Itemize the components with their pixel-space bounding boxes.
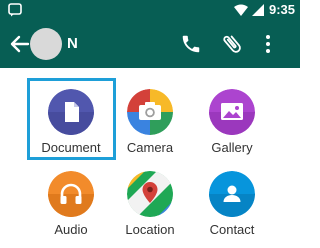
attach-document-label: Document — [41, 140, 101, 155]
back-arrow-icon[interactable] — [8, 33, 30, 55]
chat-header: N — [0, 20, 300, 68]
attach-camera-button[interactable]: Camera — [108, 78, 192, 160]
avatar[interactable] — [30, 28, 62, 60]
wifi-icon — [234, 4, 248, 16]
contact-name[interactable]: N — [67, 35, 78, 53]
attach-document-button[interactable]: Document — [29, 78, 113, 160]
attach-camera-label: Camera — [126, 140, 174, 155]
status-time: 9:35 — [269, 2, 296, 17]
person-icon — [209, 171, 255, 217]
attach-gallery-button[interactable]: Gallery — [190, 78, 274, 160]
camera-icon — [127, 89, 173, 135]
gallery-icon — [209, 89, 255, 135]
headphones-icon — [48, 171, 94, 217]
map-pin-icon — [127, 171, 173, 217]
signal-icon — [252, 4, 264, 16]
document-icon — [48, 89, 94, 135]
attach-audio-button[interactable]: Audio — [29, 160, 113, 242]
attach-location-label: Location — [125, 222, 175, 237]
attachment-picker: Document Camera Gallery Audio Location C… — [0, 68, 300, 248]
notification-icon — [8, 3, 22, 17]
paperclip-icon[interactable] — [220, 32, 244, 56]
attach-contact-button[interactable]: Contact — [190, 160, 274, 242]
phone-icon[interactable] — [180, 33, 202, 55]
attach-audio-label: Audio — [54, 222, 88, 237]
attach-location-button[interactable]: Location — [108, 160, 192, 242]
attach-gallery-label: Gallery — [211, 140, 253, 155]
more-vert-icon[interactable] — [260, 33, 276, 55]
attach-contact-label: Contact — [209, 222, 255, 237]
status-bar: 9:35 — [0, 0, 300, 20]
